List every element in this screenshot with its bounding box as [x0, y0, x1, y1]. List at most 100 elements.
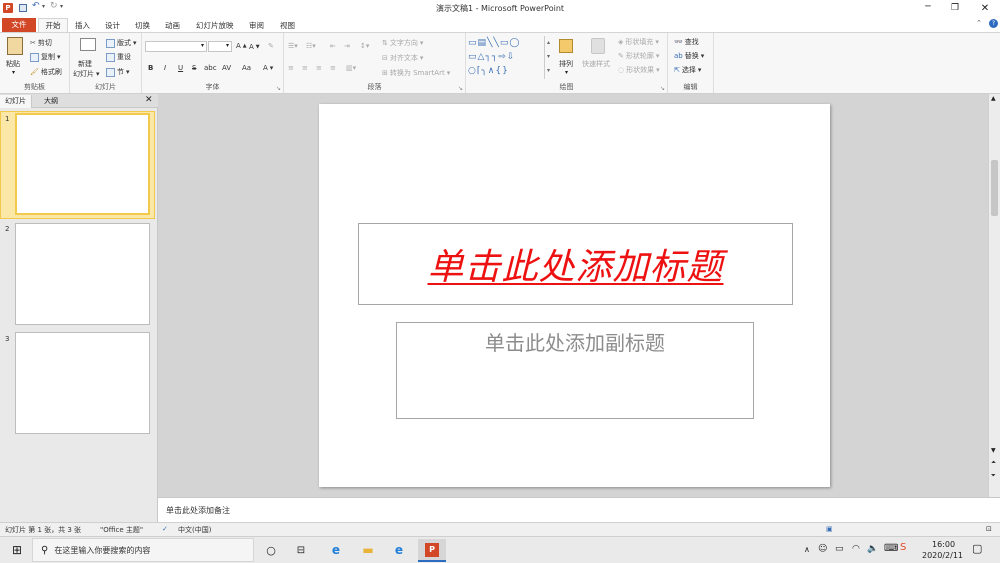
windows-start-icon[interactable]: ⊞ [8, 541, 26, 559]
quick-styles-icon[interactable] [591, 38, 605, 54]
prev-slide-icon[interactable]: ⏶ [991, 459, 996, 467]
paste-dropdown-icon[interactable]: ▾ [12, 69, 15, 76]
qq-icon[interactable]: ☺ [818, 544, 827, 554]
help-icon[interactable]: ? [989, 19, 998, 28]
tab-slides-thumbnails[interactable]: 幻灯片 [0, 95, 32, 108]
close-button[interactable]: ✕ [970, 0, 1000, 17]
title-placeholder[interactable]: 单击此处添加标题 [358, 223, 793, 305]
shapes-gallery[interactable]: ▭▤╲╲▭◯ ▭△┐┐⇨⇩ ○⌈╮∧{} [468, 36, 554, 79]
edge-browser-icon[interactable]: e [327, 541, 345, 559]
volume-icon[interactable]: 🔈 [867, 544, 878, 554]
italic-button[interactable]: I [164, 64, 166, 72]
cortana-icon[interactable]: ○ [262, 541, 280, 559]
strikethrough-button[interactable]: S [192, 64, 196, 72]
format-painter-button[interactable]: 🖌 格式刷 [30, 67, 62, 77]
quick-styles-button[interactable]: 快速样式 [582, 59, 610, 69]
replace-button[interactable]: ab 替换 ▾ [674, 51, 704, 61]
shrink-font-button[interactable]: A ▼ [249, 43, 260, 51]
restore-button[interactable]: ❐ [942, 0, 968, 17]
battery-icon[interactable]: ▭ [835, 544, 844, 554]
notes-pane[interactable]: 单击此处添加备注 [158, 497, 1000, 522]
tab-file[interactable]: 文件 [2, 18, 36, 32]
tab-review[interactable]: 审阅 [244, 19, 269, 32]
subtitle-placeholder[interactable]: 单击此处添加副标题 [396, 322, 754, 419]
tab-transitions[interactable]: 切换 [130, 19, 155, 32]
ie-browser-icon[interactable]: e [390, 541, 408, 559]
font-size-box[interactable]: ▾ [208, 41, 232, 52]
powerpoint-taskbar-icon[interactable]: P [418, 539, 446, 562]
scroll-up-icon[interactable]: ▲ [991, 95, 996, 102]
tab-animations[interactable]: 动画 [160, 19, 185, 32]
new-slide-label[interactable]: 新建 [78, 59, 92, 69]
vertical-scrollbar[interactable]: ▲ ▼ ⏶ ⏷ [988, 94, 1000, 497]
slide-thumbnail-2[interactable] [15, 223, 150, 325]
tab-outline[interactable]: 大纲 [39, 95, 63, 108]
view-normal-icon[interactable]: ▣ [826, 525, 833, 533]
font-dialog-launcher-icon[interactable]: ↘ [276, 85, 281, 92]
shape-outline-button[interactable]: ✎ 形状轮廓 ▾ [618, 51, 659, 61]
columns-button[interactable]: ▥▾ [346, 64, 356, 72]
arrange-dropdown-icon[interactable]: ▾ [565, 69, 568, 76]
paste-icon[interactable] [7, 37, 23, 55]
tab-design[interactable]: 设计 [100, 19, 125, 32]
wifi-icon[interactable]: ◠ [852, 544, 860, 554]
shape-fill-button[interactable]: ◈ 形状填充 ▾ [618, 37, 659, 47]
font-name-box[interactable]: ▾ [145, 41, 207, 52]
text-direction-button[interactable]: ⇅ 文字方向 ▾ [382, 38, 423, 48]
input-method-icon[interactable]: ⌨ [884, 543, 898, 554]
tray-chevron-icon[interactable]: ∧ [804, 545, 810, 554]
clear-formatting-button[interactable]: ✎ [268, 42, 274, 50]
drawing-dialog-launcher-icon[interactable]: ↘ [660, 85, 665, 92]
clock-date[interactable]: 2020/2/11 [922, 551, 963, 560]
change-case-button[interactable]: Aa [242, 64, 251, 72]
task-view-icon[interactable]: ⊟ [292, 541, 310, 559]
next-slide-icon[interactable]: ⏷ [991, 472, 996, 480]
scroll-down-icon[interactable]: ▼ [991, 447, 996, 454]
arrange-icon[interactable] [559, 39, 573, 53]
line-spacing-button[interactable]: ↕▾ [360, 42, 369, 50]
grow-font-button[interactable]: A ▲ [236, 42, 247, 50]
font-color-button[interactable]: A ▾ [263, 64, 273, 72]
tab-slideshow[interactable]: 幻灯片放映 [191, 19, 239, 32]
ribbon-minimize-icon[interactable]: ⌃ [976, 19, 982, 27]
shapes-gallery-scroll[interactable]: ▴ ▾ ▾ [544, 36, 552, 79]
select-button[interactable]: ⇱ 选择 ▾ [674, 65, 701, 75]
language-status[interactable]: 中文(中国) [178, 525, 211, 535]
decrease-indent-button[interactable]: ⇤ [330, 42, 336, 50]
shadow-button[interactable]: abc [204, 64, 217, 72]
bold-button[interactable]: B [148, 64, 153, 72]
tab-insert[interactable]: 插入 [70, 19, 95, 32]
minimize-button[interactable]: ─ [914, 0, 942, 17]
clock-time[interactable]: 16:00 [932, 540, 955, 549]
section-button[interactable]: 节 ▾ [106, 67, 130, 77]
align-right-button[interactable]: ≡ [316, 64, 322, 72]
arrange-button[interactable]: 排列 [559, 59, 573, 69]
reset-button[interactable]: 重设 [106, 52, 131, 62]
layout-button[interactable]: 版式 ▾ [106, 38, 137, 48]
char-spacing-button[interactable]: AV [222, 64, 231, 72]
numbering-button[interactable]: ☷▾ [306, 42, 316, 50]
find-button[interactable]: 👓 查找 [674, 37, 699, 47]
paste-button[interactable]: 粘贴 [6, 59, 20, 69]
new-slide-icon[interactable] [80, 38, 96, 51]
copy-button[interactable]: 复制 ▾ [30, 52, 61, 62]
increase-indent-button[interactable]: ⇥ [344, 42, 350, 50]
theme-status[interactable]: "Office 主题" [100, 525, 143, 535]
file-explorer-icon[interactable]: ▬ [359, 541, 377, 559]
align-text-button[interactable]: ⊟ 对齐文本 ▾ [382, 53, 423, 63]
close-pane-icon[interactable]: ✕ [145, 95, 153, 105]
scroll-thumb[interactable] [991, 160, 998, 216]
tab-view[interactable]: 视图 [275, 19, 300, 32]
justify-button[interactable]: ≡ [330, 64, 336, 72]
slide-thumbnail-1[interactable] [15, 113, 150, 215]
align-left-button[interactable]: ≡ [288, 64, 294, 72]
taskbar-search-box[interactable]: ⚲ 在这里输入你要搜索的内容 [32, 538, 254, 562]
slide-thumbnail-3[interactable] [15, 332, 150, 434]
current-slide[interactable]: 单击此处添加标题 单击此处添加副标题 [319, 104, 830, 487]
shape-effects-button[interactable]: ◌ 形状效果 ▾ [618, 65, 660, 75]
align-center-button[interactable]: ≡ [302, 64, 308, 72]
paragraph-dialog-launcher-icon[interactable]: ↘ [458, 85, 463, 92]
cut-button[interactable]: ✂ 剪切 [30, 38, 52, 48]
smartart-button[interactable]: ⊞ 转换为 SmartArt ▾ [382, 68, 450, 78]
sogou-icon[interactable]: S [900, 542, 906, 553]
